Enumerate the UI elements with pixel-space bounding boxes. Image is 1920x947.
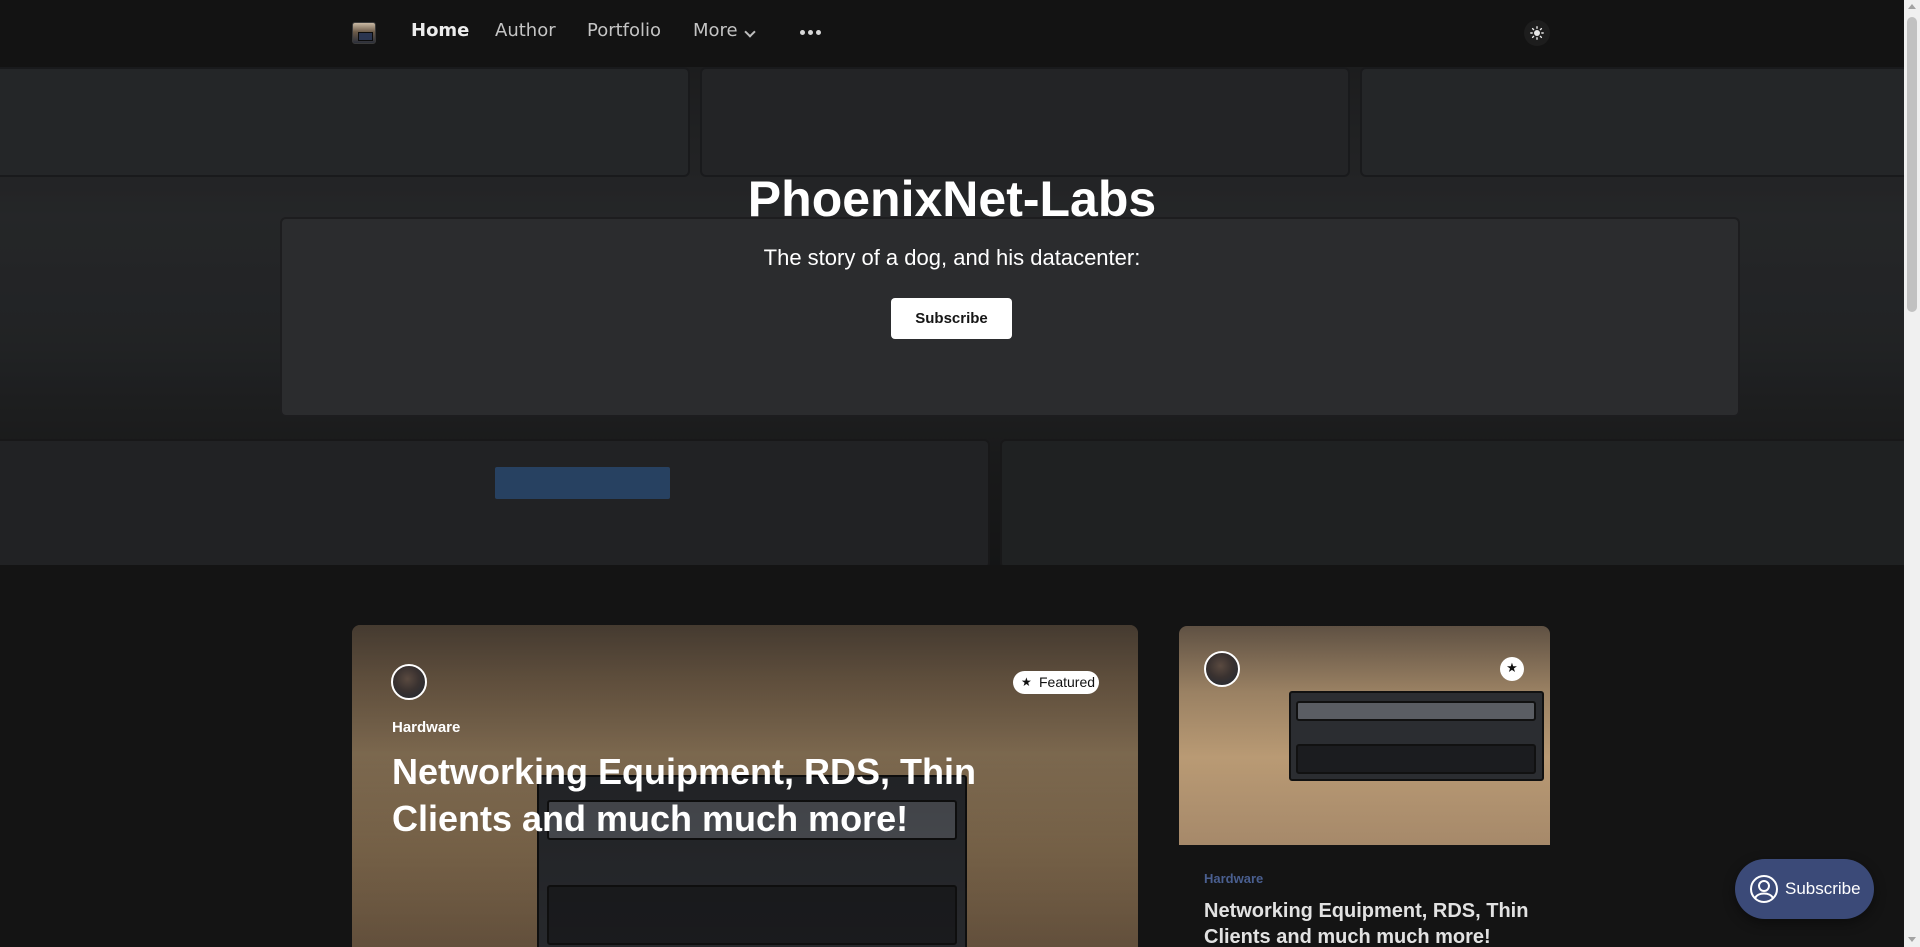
theme-toggle-button[interactable]: [1524, 20, 1550, 46]
post-image-panel: [1296, 701, 1536, 721]
scroll-thumb[interactable]: [1907, 17, 1917, 312]
featured-label: Featured: [1039, 674, 1096, 690]
page-scrollbar[interactable]: [1904, 0, 1920, 947]
star-icon: ★: [1500, 657, 1524, 681]
author-avatar[interactable]: [1204, 651, 1240, 687]
nav-author[interactable]: Author: [495, 20, 556, 41]
post-tag[interactable]: Hardware: [1204, 871, 1263, 886]
post-image-panel: [1296, 744, 1536, 774]
hero-subscribe-button[interactable]: Subscribe: [891, 298, 1012, 339]
scroll-up-arrow-icon[interactable]: [1908, 4, 1916, 9]
sun-icon: [1530, 26, 1544, 40]
nav-portfolio[interactable]: Portfolio: [587, 20, 661, 41]
featured-badge: ★ Featured: [1013, 671, 1099, 694]
author-avatar[interactable]: [391, 664, 427, 700]
portal-subscribe-label: Subscribe: [1785, 879, 1861, 898]
ellipsis-icon[interactable]: [800, 30, 822, 36]
nav-home[interactable]: Home: [411, 20, 469, 41]
star-icon: ★: [1021, 675, 1032, 689]
scroll-down-arrow-icon[interactable]: [1908, 937, 1916, 942]
chevron-down-icon[interactable]: [744, 26, 756, 38]
post-title[interactable]: Networking Equipment, RDS, Thin Clients …: [1204, 898, 1534, 947]
user-icon: [1750, 875, 1778, 903]
post-tag[interactable]: Hardware: [392, 719, 460, 736]
site-description: The story of a dog, and his datacenter:: [763, 245, 1141, 270]
site-header: Home Author Portfolio More: [0, 0, 1904, 67]
site-title: PhoenixNet-Labs: [747, 171, 1157, 227]
post-title[interactable]: Networking Equipment, RDS, Thin Clients …: [392, 748, 992, 842]
site-logo[interactable]: [352, 22, 376, 44]
nav-more[interactable]: More: [693, 20, 738, 41]
portal-subscribe-button[interactable]: Subscribe: [1735, 859, 1874, 919]
